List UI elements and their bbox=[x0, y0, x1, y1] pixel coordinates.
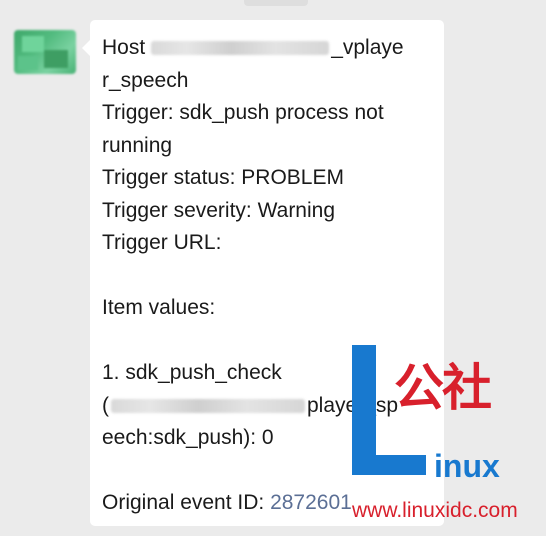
message-bubble[interactable]: Host _vplaye r_speech Trigger: sdk_push p… bbox=[82, 20, 444, 526]
item-1-suffix: player_sp bbox=[307, 393, 399, 417]
avatar-pixel bbox=[44, 50, 68, 68]
item-1-host: ( player_sp bbox=[102, 390, 438, 423]
event-id-line: Original event ID: 2872601 bbox=[102, 487, 438, 520]
message-text: Host _vplaye r_speech Trigger: sdk_push p… bbox=[102, 32, 438, 520]
item-1-paren: ( bbox=[102, 393, 109, 417]
event-id-link[interactable]: 2872601 bbox=[270, 491, 352, 514]
trigger-line: Trigger: sdk_push process not bbox=[102, 101, 384, 124]
avatar-pixel bbox=[22, 36, 44, 52]
trigger-severity: Trigger severity: Warning bbox=[102, 198, 336, 222]
avatar[interactable] bbox=[14, 30, 76, 74]
redacted-item-host bbox=[111, 398, 305, 413]
trigger-status: Trigger status: PROBLEM bbox=[102, 166, 344, 189]
top-edge-tab bbox=[244, 0, 308, 6]
bubble-pointer bbox=[82, 40, 90, 56]
event-id-label: Original event ID: bbox=[102, 491, 271, 514]
item-values-heading: Item values: bbox=[102, 296, 216, 319]
host-suffix: _vplaye bbox=[331, 36, 404, 59]
trigger-line-cont: running bbox=[102, 133, 173, 157]
trigger-url: Trigger URL: bbox=[102, 231, 222, 254]
item-1-name: 1. sdk_push_check bbox=[102, 361, 282, 384]
redacted-hostname bbox=[151, 41, 330, 56]
host-line-2: r_speech bbox=[102, 68, 189, 92]
item-1-value: eech:sdk_push): 0 bbox=[102, 426, 274, 449]
host-label: Host bbox=[102, 36, 146, 59]
avatar-pixel bbox=[18, 56, 38, 70]
host-line: Host _vplaye bbox=[102, 32, 438, 65]
